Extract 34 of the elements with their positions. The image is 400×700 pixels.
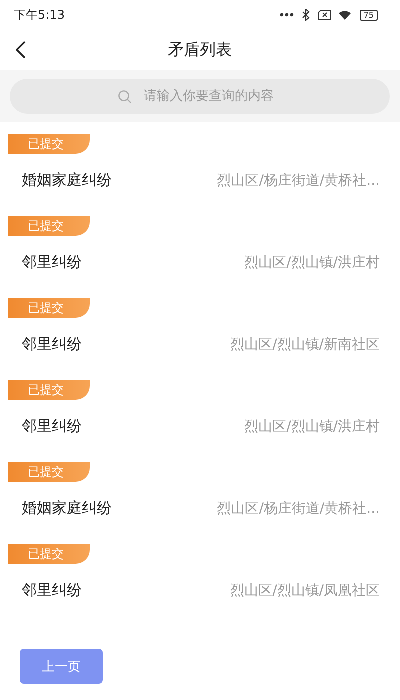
battery-icon: 75 (360, 10, 378, 20)
search-field[interactable]: 请输入你要查询的内容 (10, 79, 390, 114)
back-icon[interactable] (16, 41, 26, 59)
status-time: 下午5:13 (14, 6, 65, 24)
item-location: 烈山区/烈山镇/新南社区 (230, 336, 380, 354)
more-icon (280, 13, 294, 17)
item-title: 邻里纠纷 (22, 335, 82, 354)
sim-icon (318, 10, 331, 20)
list-item[interactable]: 已提交 婚姻家庭纠纷 烈山区/杨庄街道/黄桥社... (0, 134, 400, 216)
status-tag: 已提交 (8, 134, 90, 154)
status-tag: 已提交 (8, 216, 90, 236)
bluetooth-icon (302, 9, 310, 21)
status-tag: 已提交 (8, 380, 90, 400)
list-item[interactable]: 已提交 邻里纠纷 烈山区/烈山镇/新南社区 (0, 298, 400, 380)
list-item[interactable]: 已提交 邻里纠纷 烈山区/烈山镇/洪庄村 (0, 380, 400, 462)
item-location: 烈山区/烈山镇/洪庄村 (244, 254, 380, 272)
list-item[interactable]: 已提交 婚姻家庭纠纷 烈山区/杨庄街道/黄桥社... (0, 462, 400, 544)
item-location: 烈山区/烈山镇/凤凰社区 (230, 582, 380, 600)
item-title: 婚姻家庭纠纷 (22, 171, 112, 190)
status-tag: 已提交 (8, 462, 90, 482)
wifi-icon (338, 10, 352, 20)
item-title: 邻里纠纷 (22, 581, 82, 600)
page-title: 矛盾列表 (168, 40, 232, 60)
item-location: 烈山区/烈山镇/洪庄村 (244, 418, 380, 436)
item-title: 邻里纠纷 (22, 417, 82, 436)
item-title: 婚姻家庭纠纷 (22, 499, 112, 518)
status-tag: 已提交 (8, 298, 90, 318)
item-location: 烈山区/杨庄街道/黄桥社... (217, 500, 380, 518)
item-title: 邻里纠纷 (22, 253, 82, 272)
status-tag: 已提交 (8, 544, 90, 564)
list-item[interactable]: 已提交 邻里纠纷 烈山区/烈山镇/洪庄村 (0, 216, 400, 298)
search-icon (118, 90, 132, 104)
list-item[interactable]: 已提交 邻里纠纷 烈山区/烈山镇/凤凰社区 (0, 544, 400, 626)
item-location: 烈山区/杨庄街道/黄桥社... (217, 172, 380, 190)
